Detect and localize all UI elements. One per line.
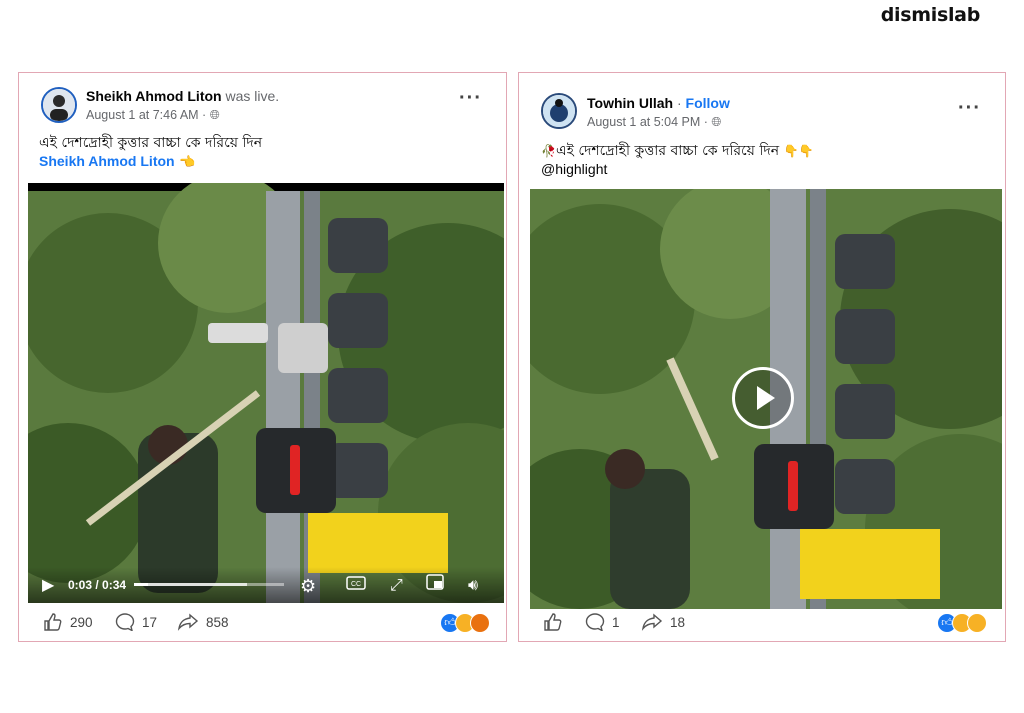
post-timestamp[interactable]: August 1 at 7:46 AM · 🌐︎ (86, 108, 220, 123)
caption-link-row: Sheikh Ahmod Liton 👈 (39, 153, 195, 171)
video-player[interactable]: ▶ 0:03 / 0:34 ⚙ CC ⤢ 🔊︎ (28, 183, 504, 603)
video-progress-fill (134, 583, 148, 586)
play-icon (757, 386, 775, 410)
play-icon[interactable]: ▶ (42, 577, 54, 595)
like-count: 290 (70, 614, 93, 630)
reaction-summary[interactable]: 👍︎ (937, 613, 987, 633)
svg-text:CC: CC (351, 581, 361, 588)
facebook-post-1: Sheikh Ahmod Liton was live. August 1 at… (18, 72, 507, 642)
comment-action[interactable]: 1 (585, 613, 620, 631)
like-action[interactable]: 290 (43, 613, 93, 631)
author-name-text[interactable]: Towhin Ullah (587, 95, 673, 111)
globe-icon: 🌐︎ (209, 108, 220, 122)
globe-icon: 🌐︎ (711, 115, 722, 129)
author-name[interactable]: Towhin Ullah · Follow (587, 95, 730, 111)
pointing-hand-emoji: 👈 (179, 154, 196, 169)
timestamp-text[interactable]: August 1 at 5:04 PM · (587, 115, 711, 129)
comment-bubble-icon (585, 613, 605, 631)
share-arrow-icon (177, 613, 199, 631)
video-time: 0:03 / 0:34 (68, 578, 127, 592)
rose-emoji: 🥀 (541, 144, 556, 158)
brand-logo: dismislab (880, 4, 981, 26)
picture-in-picture-icon[interactable] (426, 574, 444, 595)
video-controls: ▶ 0:03 / 0:34 ⚙ CC ⤢ 🔊︎ (28, 567, 504, 603)
live-status-text: was live. (225, 88, 280, 104)
author-mention-link[interactable]: Sheikh Ahmod Liton (39, 153, 175, 169)
author-avatar[interactable] (41, 87, 77, 123)
highlight-mention[interactable]: @highlight (541, 161, 607, 177)
like-action[interactable] (543, 613, 570, 631)
post-timestamp[interactable]: August 1 at 5:04 PM · 🌐︎ (587, 115, 721, 130)
follow-button[interactable]: Follow (686, 95, 730, 111)
reaction-summary[interactable]: 👍︎ (440, 613, 490, 633)
comment-action[interactable]: 17 (115, 613, 157, 631)
settings-gear-icon[interactable]: ⚙ (300, 577, 316, 595)
more-options-icon[interactable]: ··· (459, 87, 482, 110)
more-options-icon[interactable]: ··· (958, 97, 981, 120)
share-count: 18 (670, 614, 686, 630)
share-count: 858 (206, 614, 229, 630)
post-actions-bar: 1 18 👍︎ (519, 605, 1005, 641)
share-action[interactable]: 858 (177, 613, 229, 631)
video-player[interactable] (530, 189, 1002, 609)
post-caption: এই দেশদ্রোহী কুত্তার বাচ্চা কে দরিয়ে দি… (39, 135, 263, 151)
comment-count: 17 (142, 614, 158, 630)
sad-reaction-icon (967, 613, 987, 633)
volume-icon[interactable]: 🔊︎ (468, 577, 478, 595)
video-frame (28, 183, 504, 603)
pointing-down-emoji: 👇👇 (783, 144, 814, 158)
share-action[interactable]: 18 (641, 613, 685, 631)
like-thumb-icon (44, 613, 62, 631)
timestamp-text[interactable]: August 1 at 7:46 AM · (86, 108, 210, 122)
angry-reaction-icon (470, 613, 490, 633)
video-buffer-bar (134, 583, 247, 586)
facebook-post-2: Towhin Ullah · Follow August 1 at 5:04 P… (518, 72, 1006, 642)
author-avatar[interactable] (541, 93, 577, 129)
post-caption: এই দেশদ্রোহী কুত্তার বাচ্চা কে দরিয়ে দি… (555, 143, 780, 159)
post-actions-bar: 290 17 858 👍︎ (19, 605, 506, 641)
comment-count: 1 (612, 614, 620, 630)
play-button[interactable] (732, 367, 794, 429)
author-name[interactable]: Sheikh Ahmod Liton was live. (86, 88, 279, 104)
share-arrow-icon (641, 613, 663, 631)
comment-bubble-icon (115, 613, 135, 631)
post-caption-row: 🥀এই দেশদ্রোহী কুত্তার বাচ্চা কে দরিয়ে দ… (541, 139, 813, 163)
captions-icon[interactable]: CC (346, 576, 366, 595)
author-name-text[interactable]: Sheikh Ahmod Liton (86, 88, 222, 104)
video-progress-bar[interactable] (134, 583, 284, 586)
fullscreen-icon[interactable]: ⤢ (390, 577, 403, 595)
like-thumb-icon (544, 613, 562, 631)
